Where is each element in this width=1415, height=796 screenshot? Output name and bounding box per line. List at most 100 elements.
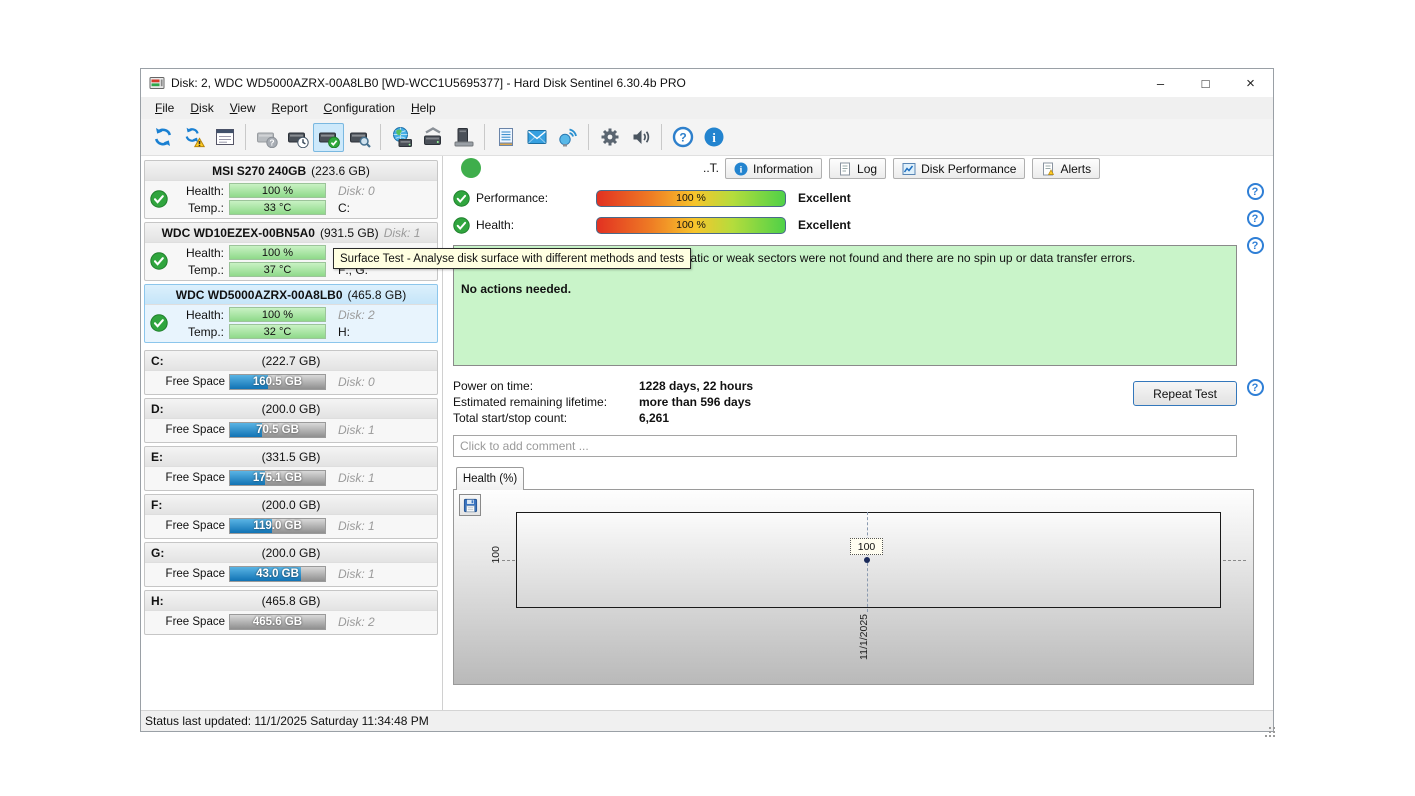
disk-remove-button[interactable] [417,123,448,152]
health-meter: 100 % [229,307,326,322]
disk-clock-icon [287,126,309,148]
free-space-label: Free Space [145,376,229,388]
data-point-label: 100 [850,538,883,555]
speaker-button[interactable] [625,123,656,152]
help-icon: ? [672,126,694,148]
stat-label: Estimated remaining lifetime: [453,395,639,409]
app-window: Disk: 2, WDC WD5000AZRX-00A8LB0 [WD-WCC1… [140,68,1274,732]
health-meter: 100 % [229,245,326,260]
temp-label: Temp.: [173,263,229,277]
refresh-button[interactable] [147,123,178,152]
help-icon[interactable]: ? [1247,210,1264,227]
performance-label: Performance: [476,191,596,205]
drive-letters: C: [326,201,437,215]
menu-disk[interactable]: Disk [182,99,221,117]
disk-item[interactable]: MSI S270 240GB(223.6 GB)Health:100 %Disk… [144,160,438,219]
info-button[interactable]: i [698,123,729,152]
temp-label: Temp.: [173,325,229,339]
notepad-button[interactable] [490,123,521,152]
toolbar-separator [245,124,246,150]
ok-status-icon [453,190,470,207]
surface-test-tooltip: Surface Test - Analyse disk surface with… [333,248,691,269]
toolbar-separator [588,124,589,150]
chart-tab-health[interactable]: Health (%) [456,467,524,490]
stat-row: Estimated remaining lifetime:more than 5… [453,394,1133,410]
disk-info-button[interactable]: ? [251,123,282,152]
notepad-icon [495,126,517,148]
refresh-warning-icon [183,126,205,148]
partition-item[interactable]: G:(200.0 GB) Free Space43.0 GBDisk: 1 [144,542,438,587]
info-icon: i [703,126,725,148]
report-button[interactable] [209,123,240,152]
disk-number: Disk: 0 [326,184,437,198]
network-button[interactable] [552,123,583,152]
help-icon[interactable]: ? [1247,183,1264,200]
minimize-button[interactable]: – [1138,69,1183,97]
help-icon[interactable]: ? [1247,237,1264,254]
gear-button[interactable] [594,123,625,152]
window-title: Disk: 2, WDC WD5000AZRX-00A8LB0 [WD-WCC1… [171,76,686,90]
chart-data-point [864,557,870,563]
gear-icon [599,126,621,148]
main-panel: ..T. iInformation Log Disk Performance Aler… [443,156,1273,710]
maximize-button[interactable]: □ [1183,69,1228,97]
partition-header: D:(200.0 GB) [145,399,437,419]
disk-name-header: WDC WD10EZEX-00BN5A0(931.5 GB)Disk: 1 [145,223,437,243]
globe-disk-button[interactable] [386,123,417,152]
menu-file[interactable]: File [147,99,182,117]
health-label: Health: [476,218,596,232]
disk-surface-test-button[interactable] [313,123,344,152]
toolbar-separator [661,124,662,150]
free-space-label: Free Space [145,424,229,436]
comment-input[interactable] [453,435,1237,457]
svg-text:?: ? [679,131,686,145]
free-space-label: Free Space [145,568,229,580]
mail-button[interactable] [521,123,552,152]
menu-report[interactable]: Report [264,99,316,117]
disk-dock-button[interactable] [448,123,479,152]
menu-view[interactable]: View [222,99,264,117]
disk-item[interactable]: WDC WD5000AZRX-00A8LB0(465.8 GB)Health:1… [144,284,438,343]
status-bar: Status last updated: 11/1/2025 Saturday … [141,710,1273,731]
menu-bar: FileDiskViewReportConfigurationHelp [141,97,1273,119]
svg-text:i: i [740,165,743,175]
repeat-test-button[interactable]: Repeat Test [1133,381,1237,406]
stat-row: Total start/stop count:6,261 [453,410,1133,426]
disk-number: Disk: 2 [326,308,437,322]
partition-item[interactable]: F:(200.0 GB)Free Space119.0 GBDisk: 1 [144,494,438,539]
disk-info-icon: ? [256,126,278,148]
partition-item[interactable]: D:(200.0 GB)Free Space70.5 GBDisk: 1 [144,398,438,443]
partition-item[interactable]: H:(465.8 GB)Free Space465.6 GBDisk: 2 [144,590,438,635]
tab-disk-performance[interactable]: Disk Performance [893,158,1025,179]
tab-log[interactable]: Log [829,158,886,179]
menu-configuration[interactable]: Configuration [316,99,403,117]
menu-help[interactable]: Help [403,99,444,117]
disk-search-button[interactable] [344,123,375,152]
toolbar-separator [380,124,381,150]
disk-number: Disk: 1 [326,567,437,581]
tab-information[interactable]: iInformation [725,158,822,179]
free-space-bar: 43.0 GB [229,566,326,582]
partition-header: G:(200.0 GB) [145,543,437,563]
disk-clock-button[interactable] [282,123,313,152]
partition-item[interactable]: E:(331.5 GB)Free Space175.1 GBDisk: 1 [144,446,438,491]
tab-smart-partial[interactable]: ..T. [703,161,719,175]
information-icon: i [734,162,748,176]
tab-alerts[interactable]: Alerts [1032,158,1100,179]
free-space-label: Free Space [145,472,229,484]
disk-number: Disk: 2 [326,615,437,629]
health-chart-panel: Health (%) 100 100 11/1/2025 [453,467,1254,685]
disk-search-icon [349,126,371,148]
help-icon[interactable]: ? [1247,379,1264,396]
close-button[interactable]: × [1228,69,1273,97]
save-chart-button[interactable] [459,494,481,516]
partition-header: E:(331.5 GB) [145,447,437,467]
stat-value: more than 596 days [639,395,751,409]
refresh-warning-button[interactable] [178,123,209,152]
temp-meter: 33 °C [229,200,326,215]
temp-meter: 37 °C [229,262,326,277]
free-space-label: Free Space [145,520,229,532]
resize-grip[interactable] [1269,727,1271,729]
help-button[interactable]: ? [667,123,698,152]
partition-item[interactable]: C:(222.7 GB)Free Space160.5 GBDisk: 0 [144,350,438,395]
